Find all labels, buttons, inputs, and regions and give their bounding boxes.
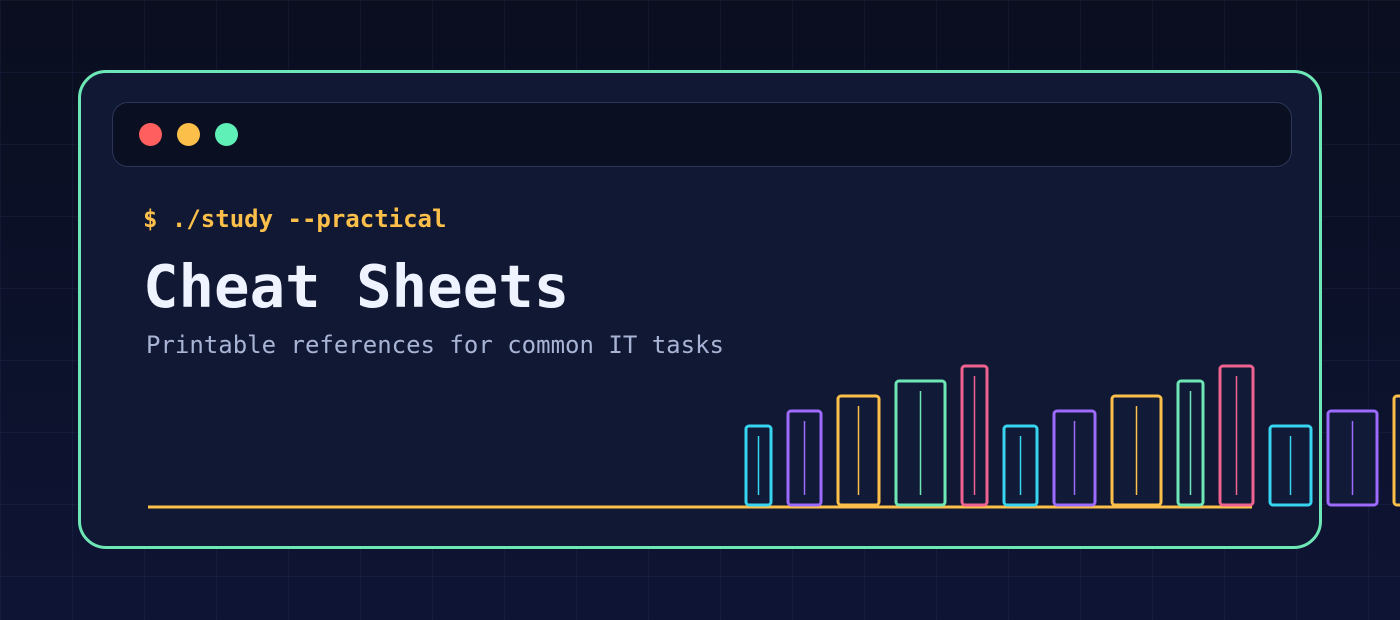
minimize-dot-icon[interactable] (177, 123, 200, 146)
window-titlebar (112, 102, 1292, 167)
page-title: Cheat Sheets (143, 252, 570, 321)
page-subtitle: Printable references for common IT tasks (146, 331, 724, 359)
maximize-dot-icon[interactable] (215, 123, 238, 146)
terminal-window: $ ./study --practical Cheat Sheets Print… (78, 70, 1322, 549)
close-dot-icon[interactable] (139, 123, 162, 146)
command-prompt: $ ./study --practical (143, 205, 447, 233)
